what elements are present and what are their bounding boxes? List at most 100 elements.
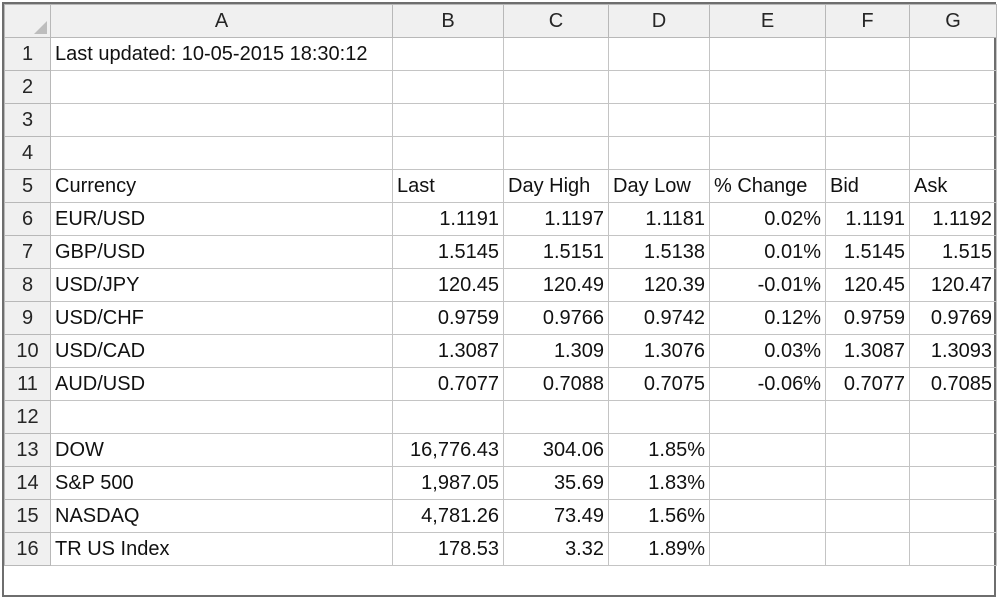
cell-e13[interactable]	[709, 433, 826, 467]
column-header-f[interactable]: F	[825, 4, 910, 38]
cell-c8[interactable]: 120.49	[503, 268, 609, 302]
cell-f13[interactable]	[825, 433, 910, 467]
cell-a13[interactable]: DOW	[50, 433, 393, 467]
cell-a16[interactable]: TR US Index	[50, 532, 393, 566]
row-header[interactable]: 6	[4, 202, 51, 236]
cell-c13[interactable]: 304.06	[503, 433, 609, 467]
cell-b9[interactable]: 0.9759	[392, 301, 504, 335]
cell-a3[interactable]	[50, 103, 393, 137]
cell-d15[interactable]: 1.56%	[608, 499, 710, 533]
cell-f7[interactable]: 1.5145	[825, 235, 910, 269]
cell-b13[interactable]: 16,776.43	[392, 433, 504, 467]
cell-e11[interactable]: -0.06%	[709, 367, 826, 401]
cell-a10[interactable]: USD/CAD	[50, 334, 393, 368]
cell-f16[interactable]	[825, 532, 910, 566]
cell-d12[interactable]	[608, 400, 710, 434]
cell-g9[interactable]: 0.9769	[909, 301, 997, 335]
cell-c14[interactable]: 35.69	[503, 466, 609, 500]
cell-f9[interactable]: 0.9759	[825, 301, 910, 335]
row-header[interactable]: 11	[4, 367, 51, 401]
row-header[interactable]: 15	[4, 499, 51, 533]
cell-g7[interactable]: 1.515	[909, 235, 997, 269]
cell-b8[interactable]: 120.45	[392, 268, 504, 302]
cell-c10[interactable]: 1.309	[503, 334, 609, 368]
column-header-a[interactable]: A	[50, 4, 393, 38]
cell-a1[interactable]: Last updated: 10-05-2015 18:30:12	[50, 37, 393, 71]
cell-b16[interactable]: 178.53	[392, 532, 504, 566]
row-header[interactable]: 7	[4, 235, 51, 269]
cell-e16[interactable]	[709, 532, 826, 566]
cell-b4[interactable]	[392, 136, 504, 170]
cell-e5[interactable]: % Change	[709, 169, 826, 203]
cell-a8[interactable]: USD/JPY	[50, 268, 393, 302]
cell-f11[interactable]: 0.7077	[825, 367, 910, 401]
row-header[interactable]: 2	[4, 70, 51, 104]
cell-g4[interactable]	[909, 136, 997, 170]
cell-g1[interactable]	[909, 37, 997, 71]
cell-d2[interactable]	[608, 70, 710, 104]
row-header[interactable]: 1	[4, 37, 51, 71]
cell-g2[interactable]	[909, 70, 997, 104]
row-header[interactable]: 12	[4, 400, 51, 434]
cell-b3[interactable]	[392, 103, 504, 137]
row-header[interactable]: 14	[4, 466, 51, 500]
cell-b14[interactable]: 1,987.05	[392, 466, 504, 500]
cell-c9[interactable]: 0.9766	[503, 301, 609, 335]
column-header-e[interactable]: E	[709, 4, 826, 38]
cell-e2[interactable]	[709, 70, 826, 104]
cell-g3[interactable]	[909, 103, 997, 137]
cell-d8[interactable]: 120.39	[608, 268, 710, 302]
cell-b11[interactable]: 0.7077	[392, 367, 504, 401]
cell-f14[interactable]	[825, 466, 910, 500]
row-header[interactable]: 10	[4, 334, 51, 368]
column-header-c[interactable]: C	[503, 4, 609, 38]
cell-b15[interactable]: 4,781.26	[392, 499, 504, 533]
row-header[interactable]: 8	[4, 268, 51, 302]
row-header[interactable]: 3	[4, 103, 51, 137]
cell-a4[interactable]	[50, 136, 393, 170]
cell-a7[interactable]: GBP/USD	[50, 235, 393, 269]
cell-d7[interactable]: 1.5138	[608, 235, 710, 269]
cell-f5[interactable]: Bid	[825, 169, 910, 203]
cell-g13[interactable]	[909, 433, 997, 467]
cell-e3[interactable]	[709, 103, 826, 137]
cell-f2[interactable]	[825, 70, 910, 104]
cell-e9[interactable]: 0.12%	[709, 301, 826, 335]
cell-e14[interactable]	[709, 466, 826, 500]
cell-e7[interactable]: 0.01%	[709, 235, 826, 269]
row-header[interactable]: 5	[4, 169, 51, 203]
cell-a14[interactable]: S&P 500	[50, 466, 393, 500]
cell-f4[interactable]	[825, 136, 910, 170]
cell-d11[interactable]: 0.7075	[608, 367, 710, 401]
cell-d4[interactable]	[608, 136, 710, 170]
cell-c16[interactable]: 3.32	[503, 532, 609, 566]
cell-d16[interactable]: 1.89%	[608, 532, 710, 566]
cell-g15[interactable]	[909, 499, 997, 533]
cell-a11[interactable]: AUD/USD	[50, 367, 393, 401]
cell-f8[interactable]: 120.45	[825, 268, 910, 302]
cell-b2[interactable]	[392, 70, 504, 104]
cell-c4[interactable]	[503, 136, 609, 170]
cell-g8[interactable]: 120.47	[909, 268, 997, 302]
cell-e6[interactable]: 0.02%	[709, 202, 826, 236]
cell-a6[interactable]: EUR/USD	[50, 202, 393, 236]
cell-f6[interactable]: 1.1191	[825, 202, 910, 236]
cell-c5[interactable]: Day High	[503, 169, 609, 203]
cell-b10[interactable]: 1.3087	[392, 334, 504, 368]
cell-f10[interactable]: 1.3087	[825, 334, 910, 368]
cell-f3[interactable]	[825, 103, 910, 137]
cell-e8[interactable]: -0.01%	[709, 268, 826, 302]
cell-g5[interactable]: Ask	[909, 169, 997, 203]
column-header-g[interactable]: G	[909, 4, 997, 38]
column-header-b[interactable]: B	[392, 4, 504, 38]
select-all-button[interactable]	[4, 4, 51, 38]
cell-g6[interactable]: 1.1192	[909, 202, 997, 236]
cell-c11[interactable]: 0.7088	[503, 367, 609, 401]
cell-g14[interactable]	[909, 466, 997, 500]
cell-b6[interactable]: 1.1191	[392, 202, 504, 236]
cell-a9[interactable]: USD/CHF	[50, 301, 393, 335]
cell-b1[interactable]	[392, 37, 504, 71]
row-header[interactable]: 9	[4, 301, 51, 335]
cell-f1[interactable]	[825, 37, 910, 71]
cell-e1[interactable]	[709, 37, 826, 71]
